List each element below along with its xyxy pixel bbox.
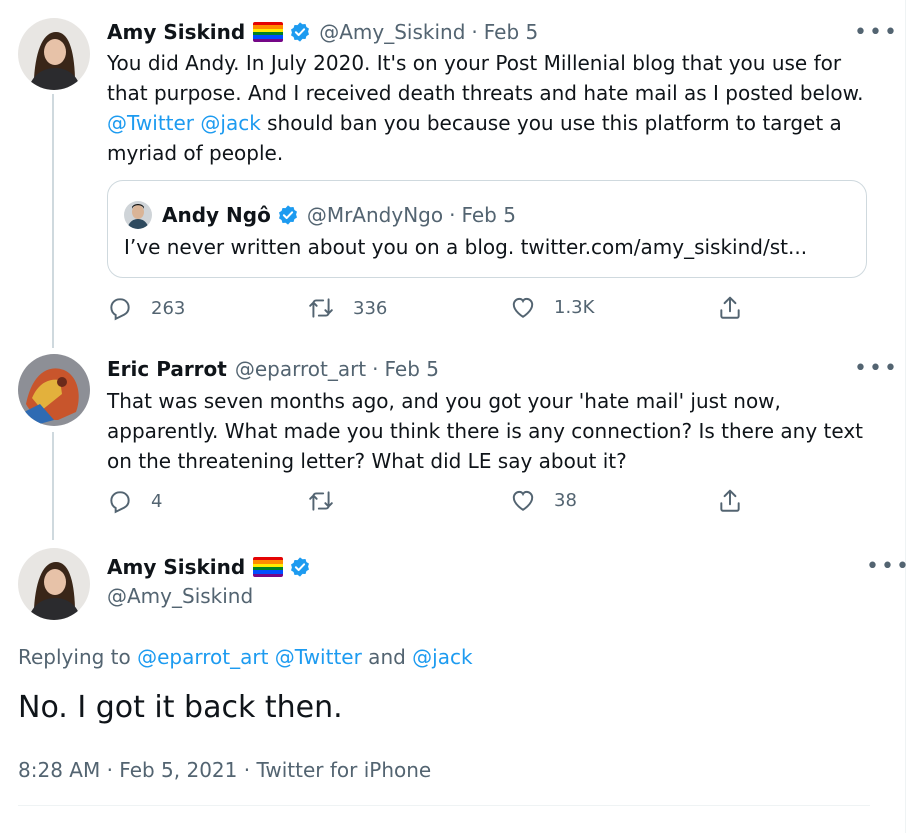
tweet-thread-page: Amy Siskind @Amy_Siskind · Feb 5 ••• You… xyxy=(0,0,912,833)
tweet-text: That was seven months ago, and you got y… xyxy=(107,386,877,476)
tweet-actions: 4 38 xyxy=(107,488,757,518)
more-icon[interactable]: ••• xyxy=(866,556,909,582)
reply-icon xyxy=(110,491,130,514)
tweet-actions: 263 336 1.3K xyxy=(107,295,757,325)
retweet-icon xyxy=(309,298,333,318)
mention-link[interactable]: @jack xyxy=(412,645,472,669)
quoted-tweet-header: Andy Ngô @MrAndyNgo · Feb 5 xyxy=(124,201,516,229)
separator: · xyxy=(449,203,456,227)
reply-button[interactable]: 263 xyxy=(107,295,185,321)
tweet-text-line: You did Andy. In July 2020. It's on your… xyxy=(107,51,842,75)
separator: · xyxy=(372,357,379,381)
tweet-text-line: myriad of people. xyxy=(107,141,284,165)
share-button[interactable] xyxy=(717,295,761,321)
more-icon[interactable]: ••• xyxy=(854,22,897,48)
display-name[interactable]: Amy Siskind xyxy=(107,20,245,44)
replying-to: Replying to @eparrot_art @Twitter and @j… xyxy=(18,645,473,669)
replying-and: and xyxy=(361,645,413,669)
avatar[interactable] xyxy=(18,18,90,90)
separator: · xyxy=(471,20,478,44)
mention-link[interactable]: @jack xyxy=(200,111,260,135)
handle[interactable]: @Amy_Siskind xyxy=(107,584,253,608)
like-button[interactable]: 1.3K xyxy=(510,295,594,319)
display-name[interactable]: Amy Siskind xyxy=(107,555,245,579)
quoted-timestamp: Feb 5 xyxy=(461,203,516,227)
quoted-tweet-text: I’ve never written about you on a blog. … xyxy=(124,235,808,259)
tweet-text-segment: should ban you because you use this plat… xyxy=(260,111,842,135)
like-count: 38 xyxy=(554,489,577,511)
quoted-display-name: Andy Ngô xyxy=(162,203,271,227)
avatar[interactable] xyxy=(18,354,90,426)
tweet-amy-siskind[interactable]: Amy Siskind @Amy_Siskind · Feb 5 ••• You… xyxy=(0,0,900,340)
focused-tweet-text: No. I got it back then. xyxy=(18,690,343,725)
tweet-text-line: That was seven months ago, and you got y… xyxy=(107,389,781,413)
retweet-button[interactable]: 336 xyxy=(307,295,387,321)
reply-count: 4 xyxy=(151,490,163,512)
mention-link[interactable]: @Twitter xyxy=(275,645,362,669)
retweet-button[interactable] xyxy=(307,488,353,514)
tweet-text-line: that purpose. And I received death threa… xyxy=(107,81,864,105)
verified-icon xyxy=(289,21,311,43)
pride-flag-icon xyxy=(253,557,284,577)
tweet-text-line: @Twitter @jack should ban you because yo… xyxy=(107,108,877,138)
mention-link[interactable]: @Twitter xyxy=(107,111,194,135)
quoted-avatar xyxy=(124,201,152,229)
reply-button[interactable]: 4 xyxy=(107,488,162,514)
replying-prefix: Replying to xyxy=(18,645,138,669)
timestamp[interactable]: Feb 5 xyxy=(385,357,440,381)
tweet-metadata[interactable]: 8:28 AM · Feb 5, 2021 · Twitter for iPho… xyxy=(18,758,431,782)
display-name[interactable]: Eric Parrot xyxy=(107,357,227,381)
quoted-handle: @MrAndyNgo xyxy=(306,203,444,227)
quoted-tweet[interactable]: Andy Ngô @MrAndyNgo · Feb 5 I’ve never w… xyxy=(107,180,867,278)
pride-flag-icon xyxy=(253,22,284,42)
like-button[interactable]: 38 xyxy=(510,488,577,512)
share-button[interactable] xyxy=(717,488,761,514)
like-count: 1.3K xyxy=(554,296,595,318)
like-icon xyxy=(512,490,534,511)
retweet-count: 336 xyxy=(353,297,388,319)
focused-tweet-author: Amy Siskind xyxy=(107,555,319,579)
tweet-text: You did Andy. In July 2020. It's on your… xyxy=(107,48,877,168)
divider xyxy=(18,805,870,806)
mention-link[interactable]: @eparrot_art xyxy=(137,645,268,669)
retweet-icon xyxy=(309,491,333,511)
verified-icon xyxy=(277,204,299,226)
like-icon xyxy=(512,297,534,318)
reply-icon xyxy=(110,298,130,321)
tweet-text-line: apparently. What made you think there is… xyxy=(107,419,863,443)
share-icon xyxy=(720,296,740,319)
handle[interactable]: @Amy_Siskind xyxy=(319,20,465,44)
reply-count: 263 xyxy=(151,297,186,319)
right-border xyxy=(905,0,906,833)
tweet-eric-parrot[interactable]: Eric Parrot @eparrot_art · Feb 5 ••• Tha… xyxy=(0,340,900,540)
share-icon xyxy=(720,489,740,512)
avatar[interactable] xyxy=(18,548,90,620)
timestamp[interactable]: Feb 5 xyxy=(484,20,539,44)
verified-icon xyxy=(289,556,311,578)
more-icon[interactable]: ••• xyxy=(854,358,897,384)
tweet-text-line: on the threatening letter? What did LE s… xyxy=(107,449,627,473)
tweet-header: Eric Parrot @eparrot_art · Feb 5 xyxy=(107,357,439,381)
tweet-header: Amy Siskind @Amy_Siskind · Feb 5 xyxy=(107,20,538,44)
handle[interactable]: @eparrot_art xyxy=(235,357,366,381)
